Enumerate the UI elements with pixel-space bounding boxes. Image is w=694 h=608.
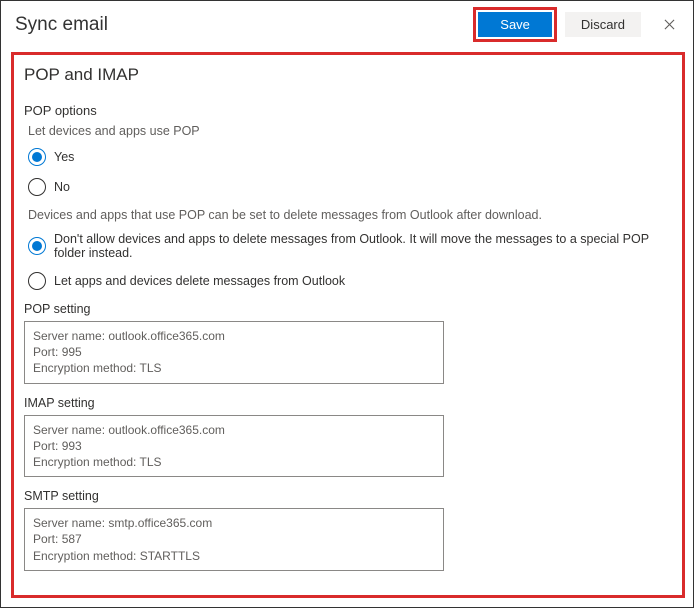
- radio-label: Don't allow devices and apps to delete m…: [54, 232, 672, 260]
- imap-enc-row: Encryption method: TLS: [33, 454, 435, 470]
- save-highlight: Save: [473, 7, 557, 42]
- dialog-header: Sync email Save Discard: [1, 1, 693, 46]
- radio-icon: [28, 272, 46, 290]
- discard-button[interactable]: Discard: [565, 12, 641, 37]
- pop-options-label: POP options: [24, 103, 672, 118]
- radio-pop-yes[interactable]: Yes: [28, 148, 672, 166]
- pop-options-desc: Let devices and apps use POP: [28, 124, 672, 138]
- pop-setting-label: POP setting: [24, 302, 672, 316]
- imap-port-row: Port: 993: [33, 438, 435, 454]
- save-button[interactable]: Save: [478, 12, 552, 37]
- smtp-port-row: Port: 587: [33, 531, 435, 547]
- pop-delete-note: Devices and apps that use POP can be set…: [28, 208, 672, 222]
- pop-server-row: Server name: outlook.office365.com: [33, 328, 435, 344]
- smtp-setting-block: SMTP setting Server name: smtp.office365…: [24, 489, 672, 571]
- imap-server-row: Server name: outlook.office365.com: [33, 422, 435, 438]
- dialog-title: Sync email: [15, 14, 465, 36]
- imap-setting-box: Server name: outlook.office365.com Port:…: [24, 415, 444, 478]
- radio-label: Let apps and devices delete messages fro…: [54, 274, 345, 288]
- pop-setting-block: POP setting Server name: outlook.office3…: [24, 302, 672, 384]
- imap-setting-label: IMAP setting: [24, 396, 672, 410]
- radio-delete-dont-allow[interactable]: Don't allow devices and apps to delete m…: [28, 232, 672, 260]
- radio-delete-let[interactable]: Let apps and devices delete messages fro…: [28, 272, 672, 290]
- radio-pop-no[interactable]: No: [28, 178, 672, 196]
- radio-icon: [28, 178, 46, 196]
- content-highlight: POP and IMAP POP options Let devices and…: [11, 52, 685, 598]
- radio-icon: [28, 148, 46, 166]
- smtp-setting-label: SMTP setting: [24, 489, 672, 503]
- radio-icon: [28, 237, 46, 255]
- section-heading: POP and IMAP: [24, 65, 672, 85]
- pop-port-row: Port: 995: [33, 344, 435, 360]
- pop-setting-box: Server name: outlook.office365.com Port:…: [24, 321, 444, 384]
- radio-label: Yes: [54, 150, 74, 164]
- pop-enc-row: Encryption method: TLS: [33, 360, 435, 376]
- imap-setting-block: IMAP setting Server name: outlook.office…: [24, 396, 672, 478]
- close-icon[interactable]: [655, 11, 683, 39]
- smtp-server-row: Server name: smtp.office365.com: [33, 515, 435, 531]
- radio-label: No: [54, 180, 70, 194]
- smtp-setting-box: Server name: smtp.office365.com Port: 58…: [24, 508, 444, 571]
- smtp-enc-row: Encryption method: STARTTLS: [33, 548, 435, 564]
